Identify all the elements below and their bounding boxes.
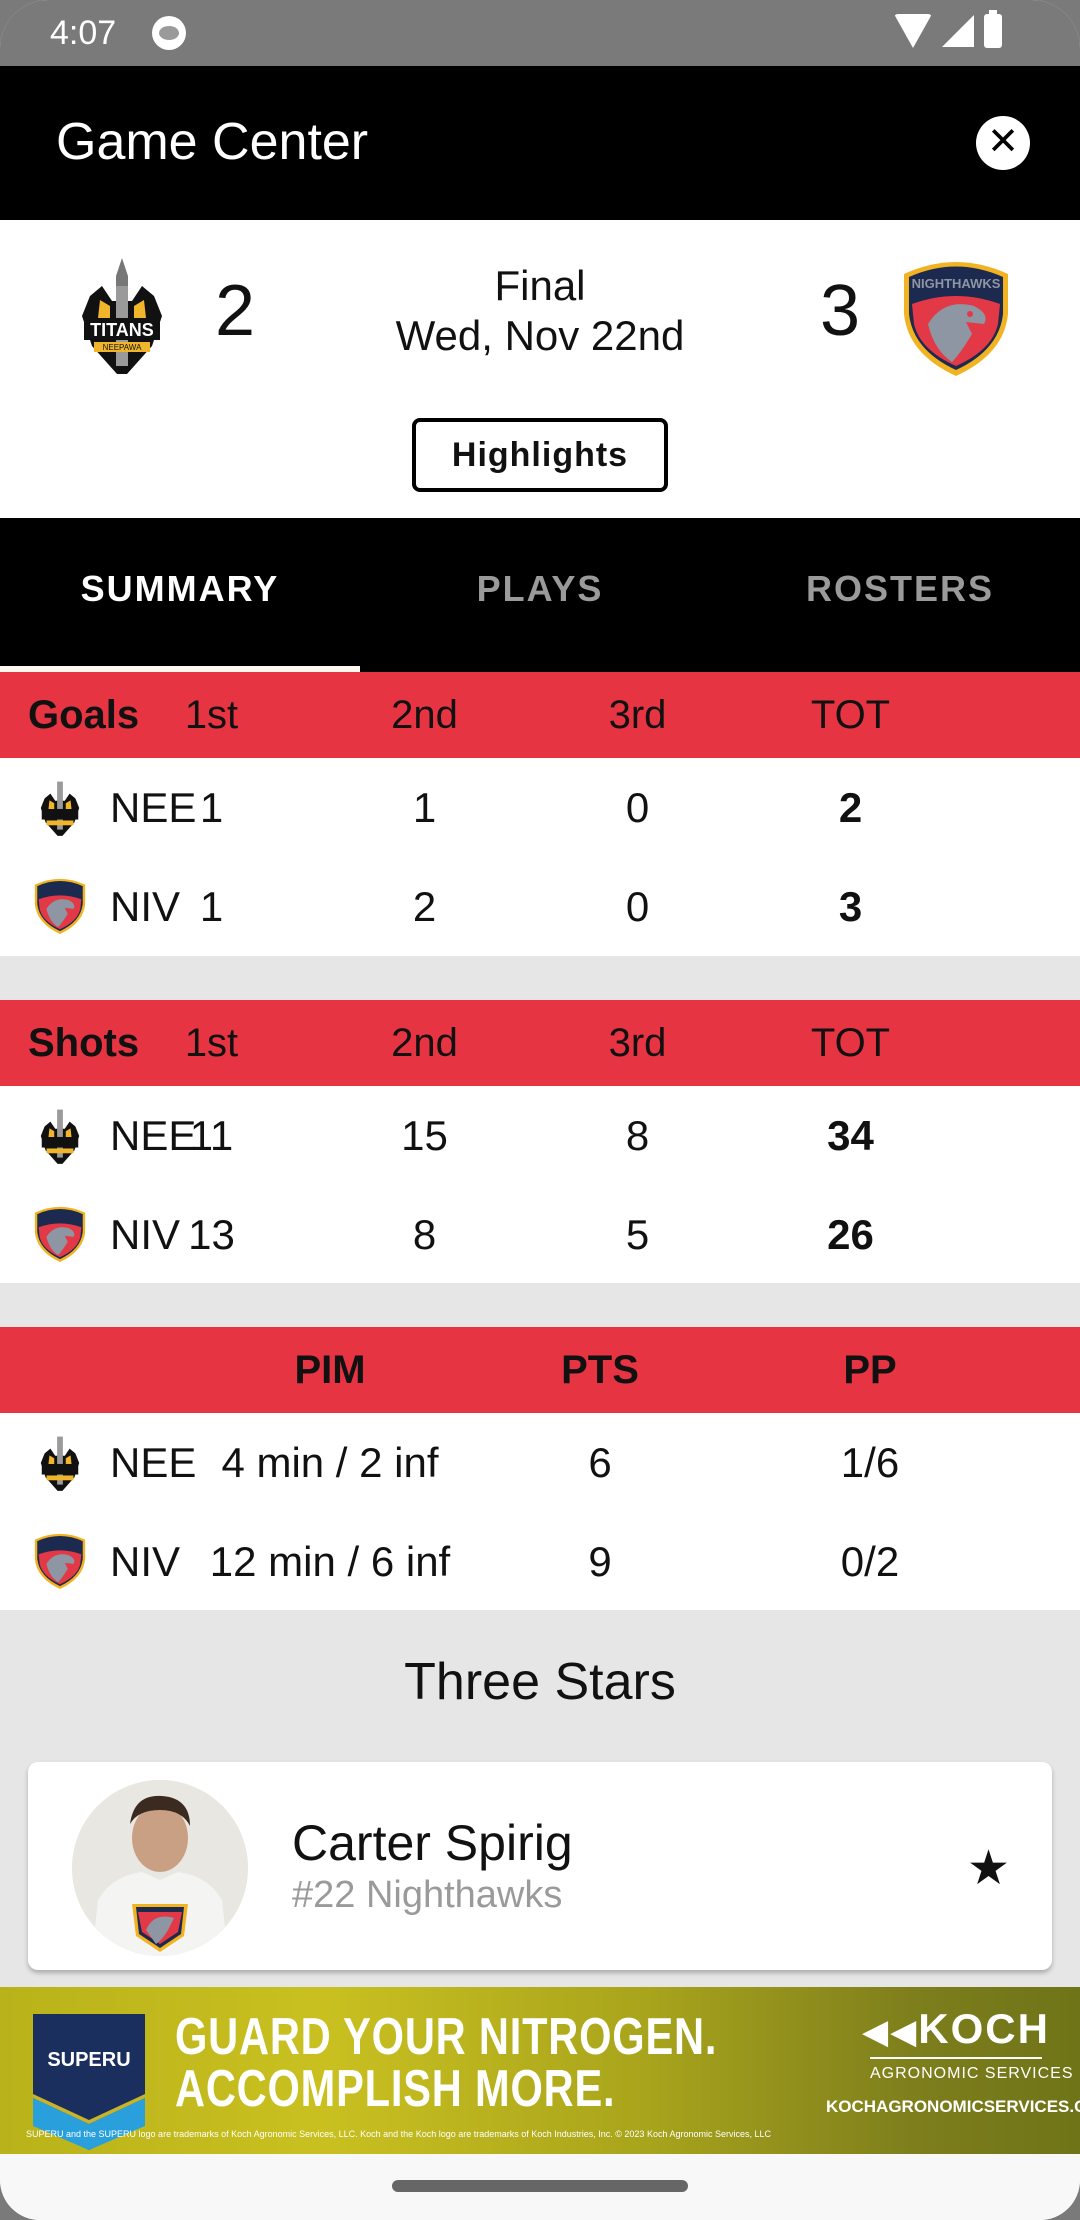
value-cell: 5 [625, 1210, 650, 1258]
close-icon: ✕ [987, 121, 1019, 163]
table-row: NEE 1 1 0 2 [0, 758, 1080, 857]
header-1st: 1st [184, 1020, 239, 1065]
table-row: NEE 11 15 8 34 [0, 1086, 1080, 1185]
sponsor-name: KOCH [918, 2005, 1050, 2052]
battery-icon [984, 10, 1002, 48]
titans-logo-small [28, 1431, 92, 1495]
value-cell: 0 [625, 783, 650, 831]
team-abbr: NIV [110, 1537, 181, 1585]
nighthawks-logo-small [28, 1530, 92, 1594]
team-abbr: NEE [110, 1438, 197, 1486]
navigation-bar [0, 2154, 1080, 2220]
header-tot: TOT [810, 1020, 891, 1065]
total-cell: 26 [827, 1210, 874, 1258]
header-3rd: 3rd [608, 1020, 667, 1065]
player-detail: #22 Nighthawks [292, 1874, 563, 1916]
shots-table: Shots 1st 2nd 3rd TOT NEE 11 15 8 34 NIV… [0, 1000, 1080, 1284]
goals-table: Goals 1st 2nd 3rd TOT NEE 1 1 0 2 NIV 1 … [0, 672, 1080, 956]
signal-icon [942, 15, 974, 47]
home-gesture-handle[interactable] [392, 2180, 688, 2192]
pim-cell: 4 min / 2 inf [221, 1438, 439, 1486]
table-header: Shots 1st 2nd 3rd TOT [0, 1000, 1080, 1086]
sponsor-divider [870, 2057, 1042, 2059]
header-pim: PIM [294, 1347, 366, 1392]
ad-headline-2: ACCOMPLISH MORE. [175, 2060, 616, 2118]
penalties-table: PIM PTS PP NEE 4 min / 2 inf 6 1/6 NIV 1… [0, 1327, 1080, 1611]
header-3rd: 3rd [608, 692, 667, 737]
tab-plays[interactable]: PLAYS [360, 518, 720, 672]
value-cell: 13 [188, 1210, 235, 1258]
player-name: Carter Spirig [292, 1815, 573, 1871]
page-title: Game Center [56, 113, 369, 171]
table-row: NIV 1 2 0 3 [0, 857, 1080, 956]
app-bar: Game Center ✕ [0, 66, 1080, 220]
value-cell: 1 [199, 783, 224, 831]
tab-rosters[interactable]: ROSTERS [720, 518, 1080, 672]
ad-headline-1: GUARD YOUR NITROGEN. [175, 2008, 718, 2066]
header-2nd: 2nd [391, 692, 458, 737]
value-cell: 11 [189, 1111, 234, 1159]
value-cell: 1 [199, 882, 224, 930]
total-cell: 2 [838, 783, 863, 831]
header-tot: TOT [810, 692, 891, 737]
pts-cell: 6 [588, 1438, 612, 1486]
table-header: PIM PTS PP [0, 1327, 1080, 1413]
value-cell: 1 [412, 783, 437, 831]
pts-cell: 9 [588, 1537, 612, 1585]
value-cell: 15 [401, 1111, 448, 1159]
section-divider [0, 1283, 1080, 1327]
ad-banner[interactable]: SUPERU GUARD YOUR NITROGEN. ACCOMPLISH M… [0, 1987, 1080, 2154]
ad-fine-print: SUPERU and the SUPERU logo are trademark… [26, 2129, 772, 2139]
value-cell: 0 [625, 882, 650, 930]
total-cell: 34 [827, 1111, 874, 1159]
value-cell: 8 [625, 1111, 650, 1159]
player-avatar [72, 1780, 248, 1956]
nighthawks-logo: NIGHTHAWKS [904, 262, 1008, 376]
clock: 4:07 [50, 14, 117, 52]
ad-url: KOCHAGRONOMICSERVICES.CA [826, 2097, 1080, 2116]
header-1st: 1st [184, 692, 239, 737]
total-cell: 3 [838, 882, 863, 930]
nighthawks-logo-small [28, 1203, 92, 1267]
wifi-icon [894, 14, 932, 48]
tab-summary[interactable]: SUMMARY [0, 518, 360, 672]
table-row: NIV 13 8 5 26 [0, 1185, 1080, 1284]
close-button[interactable]: ✕ [976, 116, 1030, 170]
value-cell: 8 [412, 1210, 437, 1258]
table-row: NEE 4 min / 2 inf 6 1/6 [0, 1413, 1080, 1512]
value-cell: 2 [412, 882, 437, 930]
system-icons [894, 10, 1002, 48]
sponsor-sub: AGRONOMIC SERVICES [870, 2065, 1074, 2082]
nighthawks-logo-small [28, 875, 92, 939]
section-divider [0, 956, 1080, 1000]
titans-logo-small [28, 1104, 92, 1168]
tab-bar: SUMMARY PLAYS ROSTERS [0, 518, 1080, 672]
away-score: 3 [820, 271, 861, 351]
pim-cell: 12 min / 6 inf [209, 1537, 451, 1585]
table-header: Goals 1st 2nd 3rd TOT [0, 672, 1080, 758]
pp-cell: 0/2 [840, 1537, 900, 1585]
scoreboard: TITANS NEEPAWA 2 Final Wed, Nov 22nd 3 N… [0, 220, 1080, 518]
status-bar: 4:07 [0, 0, 1080, 66]
table-row: NIV 12 min / 6 inf 9 0/2 [0, 1512, 1080, 1611]
star-player-card[interactable]: Carter Spirig #22 Nighthawks ★ [28, 1762, 1052, 1970]
header-2nd: 2nd [391, 1020, 458, 1065]
superu-text: SUPERU [47, 2049, 130, 2071]
screen: 4:07 Game Center ✕ TITANS NEEPAWA 2 Fina… [0, 0, 1080, 2220]
header-pp: PP [843, 1347, 897, 1392]
three-stars-title: Three Stars [404, 1653, 676, 1711]
notification-icon [152, 16, 186, 50]
svg-text:NIGHTHAWKS: NIGHTHAWKS [912, 276, 1001, 291]
sponsor-logo: ◀◀KOCH [862, 2005, 1050, 2052]
header-pts: PTS [561, 1347, 639, 1392]
star-icon: ★ [966, 1842, 1010, 1895]
highlights-button[interactable]: Highlights [412, 418, 668, 492]
pp-cell: 1/6 [840, 1438, 900, 1486]
titans-logo-small [28, 776, 92, 840]
